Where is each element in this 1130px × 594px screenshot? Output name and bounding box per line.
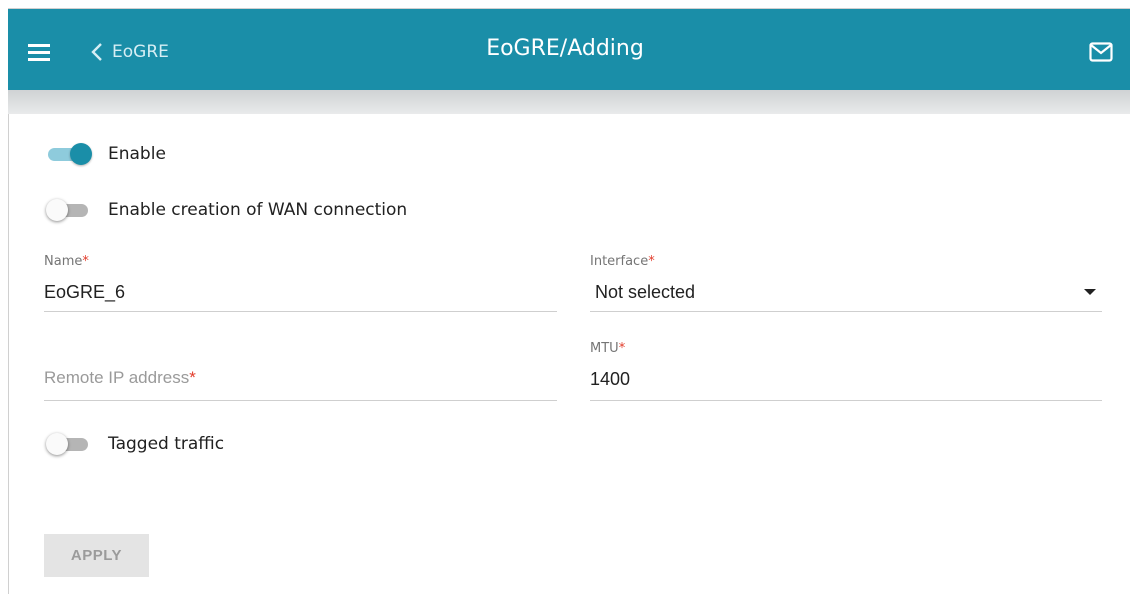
remote-ip-underline: [44, 400, 557, 401]
page-title: EoGRE/Adding: [486, 36, 644, 61]
name-label: Name*: [44, 254, 89, 269]
mtu-value[interactable]: 1400: [590, 369, 630, 390]
apply-button[interactable]: APPLY: [44, 534, 149, 577]
wan-creation-toggle[interactable]: Enable creation of WAN connection: [44, 197, 407, 223]
name-value[interactable]: EoGRE_6: [44, 282, 125, 303]
enable-switch[interactable]: [44, 141, 92, 167]
interface-underline: [590, 311, 1102, 312]
mtu-underline: [590, 400, 1102, 401]
enable-toggle[interactable]: Enable: [44, 141, 166, 167]
header-shadow: [8, 90, 1130, 114]
interface-select[interactable]: Interface* Not selected: [590, 254, 1102, 314]
name-field[interactable]: Name* EoGRE_6: [44, 254, 557, 314]
tagged-traffic-toggle[interactable]: Tagged traffic: [44, 431, 224, 457]
name-underline: [44, 311, 557, 312]
remote-ip-field[interactable]: Remote IP address*: [44, 340, 557, 402]
wan-creation-label: Enable creation of WAN connection: [108, 200, 408, 220]
chevron-down-icon[interactable]: [1084, 289, 1096, 295]
tagged-traffic-switch[interactable]: [44, 431, 92, 457]
tagged-traffic-label: Tagged traffic: [108, 434, 225, 454]
remote-ip-placeholder[interactable]: Remote IP address*: [44, 368, 196, 388]
wan-creation-switch[interactable]: [44, 197, 92, 223]
interface-label: Interface*: [590, 254, 655, 269]
mtu-field[interactable]: MTU* 1400: [590, 341, 1102, 403]
enable-label: Enable: [108, 144, 166, 164]
mail-icon[interactable]: [1089, 42, 1113, 62]
interface-value[interactable]: Not selected: [595, 282, 695, 303]
mtu-label: MTU*: [590, 341, 626, 356]
